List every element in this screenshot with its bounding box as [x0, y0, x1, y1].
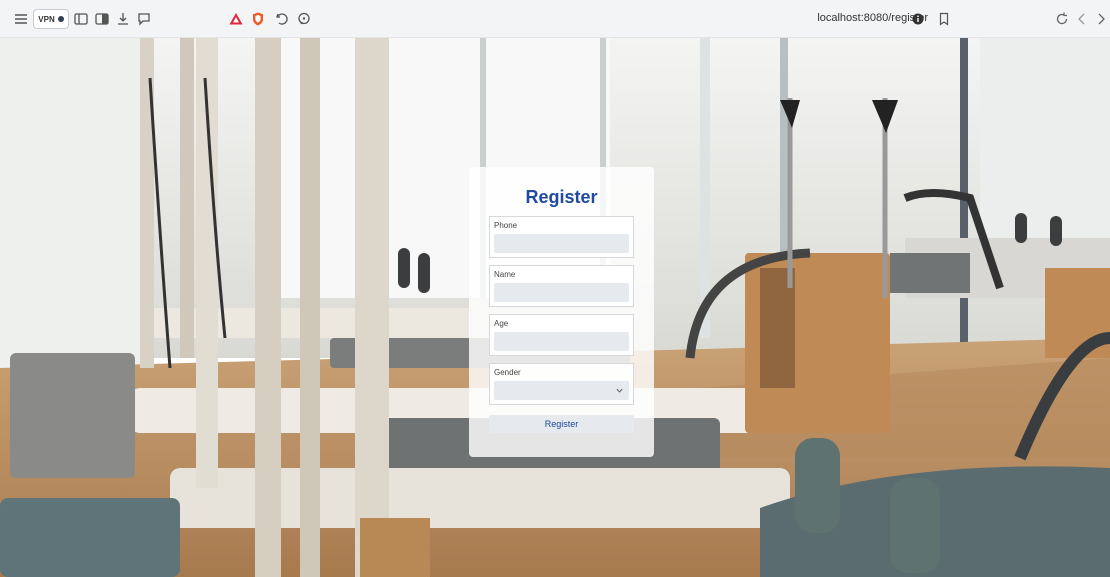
phone-field: Phone [489, 216, 634, 258]
name-label: Name [494, 270, 516, 279]
menu-icon[interactable] [13, 11, 29, 27]
age-input[interactable] [494, 332, 629, 351]
name-input[interactable] [494, 283, 629, 302]
gender-select[interactable] [494, 381, 629, 400]
vpn-label: VPN [38, 14, 55, 24]
chevron-down-icon [616, 388, 623, 393]
history-icon[interactable] [274, 11, 290, 27]
forward-icon[interactable] [1093, 11, 1109, 27]
phone-label: Phone [494, 221, 518, 230]
back-icon[interactable] [1074, 11, 1090, 27]
register-button[interactable]: Register [489, 415, 634, 433]
age-label: Age [494, 319, 509, 328]
vpn-button[interactable]: VPN [33, 9, 69, 29]
age-field: Age [489, 314, 634, 356]
brave-shields-icon[interactable] [250, 11, 266, 27]
gender-field: Gender [489, 363, 634, 405]
register-card: Register Phone Name Age Gender Register [469, 167, 654, 457]
site-info-icon[interactable] [910, 11, 926, 27]
reload-icon[interactable] [1054, 11, 1070, 27]
vpn-status-icon [57, 16, 64, 22]
sidebar-icon[interactable] [73, 11, 89, 27]
gender-label: Gender [494, 368, 521, 377]
chat-icon[interactable] [136, 11, 152, 27]
leo-ai-icon[interactable] [296, 11, 312, 27]
browser-toolbar: VPN localhost:8080/register [0, 0, 1110, 38]
phone-input[interactable] [494, 234, 629, 253]
brave-rewards-icon[interactable] [228, 11, 244, 27]
name-field: Name [489, 265, 634, 307]
page-title: Register [525, 187, 598, 207]
bookmark-icon[interactable] [936, 11, 952, 27]
split-view-icon[interactable] [94, 11, 110, 27]
download-icon[interactable] [115, 11, 131, 27]
